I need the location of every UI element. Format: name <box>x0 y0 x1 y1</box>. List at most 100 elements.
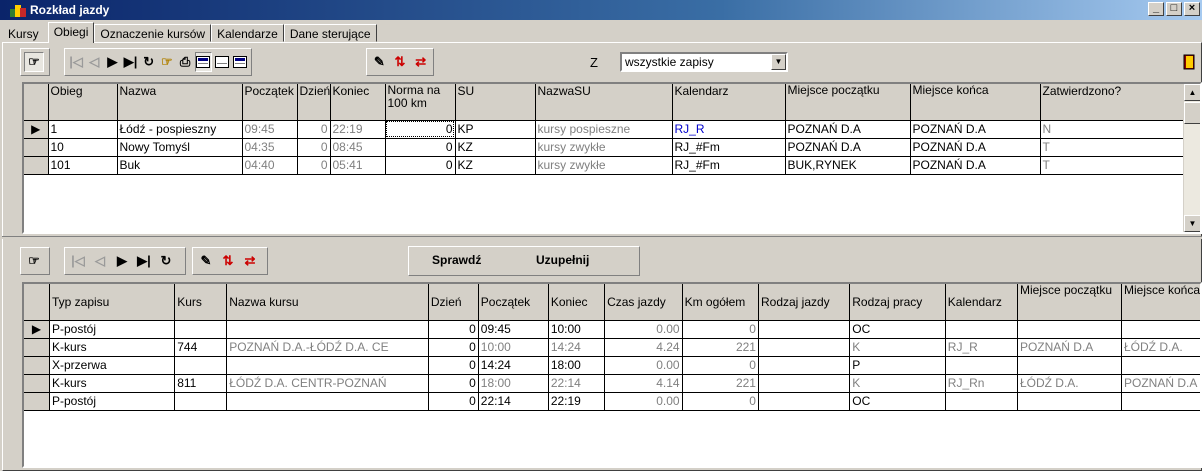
table-cell[interactable]: 744 <box>174 338 228 357</box>
table-cell[interactable] <box>1017 356 1122 375</box>
table-cell[interactable]: 1 <box>48 120 118 139</box>
table-cell[interactable]: RJ_R <box>945 338 1018 357</box>
table-cell[interactable]: 0.00 <box>604 392 683 411</box>
table-cell[interactable]: 0 <box>297 138 331 157</box>
chevron-down-icon[interactable]: ▼ <box>771 54 786 70</box>
table-cell[interactable] <box>1017 320 1122 339</box>
table-cell[interactable]: T <box>1040 156 1185 175</box>
table-cell[interactable] <box>174 392 228 411</box>
table-cell[interactable]: ŁÓDŹ D.A. <box>1121 338 1200 357</box>
close-button[interactable]: × <box>1184 2 1200 16</box>
table-cell[interactable] <box>758 374 851 393</box>
next-record-icon[interactable]: ▶ <box>104 52 120 72</box>
table-cell[interactable]: 0 <box>428 338 479 357</box>
table-row[interactable]: K-kurs 811 ŁÓDŹ D.A. CENTR-POZNAŃ 0 18:0… <box>24 374 1200 393</box>
column-header[interactable]: Kalendarz <box>945 284 1018 321</box>
table-cell[interactable]: 22:14 <box>548 374 606 393</box>
add-entries-icon[interactable]: ⇅ <box>218 251 238 271</box>
minimize-button[interactable]: _ <box>1148 2 1164 16</box>
table-cell[interactable]: ŁÓDŹ D.A. CENTR-POZNAŃ <box>226 374 429 393</box>
print-icon[interactable]: ⎙ <box>177 52 193 72</box>
table-cell[interactable]: X-przerwa <box>49 356 176 375</box>
table-cell[interactable] <box>758 392 851 411</box>
hand-pointer-icon[interactable]: ☞ <box>24 251 44 271</box>
table-cell[interactable]: P-postój <box>49 320 176 339</box>
table-cell[interactable]: P-postój <box>49 392 176 411</box>
table-cell[interactable]: 10 <box>48 138 118 157</box>
table-cell[interactable]: 0.00 <box>604 356 683 375</box>
table-cell[interactable] <box>945 392 1018 411</box>
table-cell[interactable]: 0 <box>385 120 456 139</box>
table-cell[interactable]: kursy pospieszne <box>535 120 673 139</box>
table-cell[interactable] <box>945 320 1018 339</box>
table-cell[interactable]: OC <box>849 392 946 411</box>
column-header[interactable]: Początek <box>242 84 298 121</box>
table-cell[interactable]: 0 <box>428 392 479 411</box>
refresh-icon[interactable]: ↻ <box>156 251 176 271</box>
row-indicator[interactable] <box>24 356 50 375</box>
scroll-down-icon[interactable]: ▼ <box>1184 215 1200 232</box>
table-row[interactable]: X-przerwa 0 14:24 18:00 0.00 0 P <box>24 356 1200 375</box>
table-cell[interactable]: POZNAŃ D.A <box>910 138 1041 157</box>
maximize-button[interactable]: □ <box>1166 2 1182 16</box>
table-cell[interactable]: KP <box>455 120 536 139</box>
column-header[interactable]: Początek <box>478 284 549 321</box>
prev-record-icon[interactable]: ◁ <box>90 251 110 271</box>
tab-oznaczenie-kursow[interactable]: Oznaczenie kursów <box>94 24 212 42</box>
table-cell[interactable]: 22:19 <box>548 392 606 411</box>
column-header[interactable]: Km ogółem <box>682 284 759 321</box>
scroll-up-icon[interactable]: ▲ <box>1184 84 1200 101</box>
table-cell[interactable] <box>174 356 228 375</box>
edit-record-icon[interactable]: ✎ <box>370 52 389 72</box>
table-cell[interactable]: 04:40 <box>242 156 298 175</box>
column-header[interactable]: Czas jazdy <box>604 284 683 321</box>
table-cell[interactable]: Buk <box>117 156 243 175</box>
column-header[interactable]: SU <box>455 84 536 121</box>
table-cell[interactable]: POZNAŃ D.A <box>1017 338 1122 357</box>
table-cell[interactable]: POZNAŃ D.A <box>1121 374 1200 393</box>
column-header[interactable]: Miejsce początku <box>1017 284 1122 321</box>
table-cell[interactable]: 14:24 <box>478 356 549 375</box>
table-cell[interactable]: 08:45 <box>330 138 386 157</box>
table-cell[interactable] <box>1121 356 1200 375</box>
table-cell[interactable]: 811 <box>174 374 228 393</box>
column-header[interactable]: Rodzaj jazdy <box>758 284 851 321</box>
table-row[interactable]: K-kurs 744 POZNAŃ D.A.-ŁÓDŹ D.A. CE 0 10… <box>24 338 1200 357</box>
table-cell[interactable] <box>758 356 851 375</box>
row-indicator[interactable] <box>24 338 50 357</box>
table-cell[interactable] <box>226 392 429 411</box>
table-cell[interactable]: POZNAŃ D.A <box>785 138 911 157</box>
table-cell[interactable]: T <box>1040 138 1185 157</box>
table-row[interactable]: ▶ 1 Łódź - pospieszny 09:45 0 22:19 0 KP… <box>24 120 1185 139</box>
table-cell[interactable]: 0 <box>428 320 479 339</box>
edit-record-icon[interactable]: ✎ <box>196 251 216 271</box>
table-cell[interactable]: K-kurs <box>49 374 176 393</box>
table-cell[interactable]: 22:14 <box>478 392 549 411</box>
column-header[interactable]: Rodzaj pracy <box>849 284 946 321</box>
table-cell[interactable] <box>758 320 851 339</box>
table-cell[interactable]: 0 <box>297 156 331 175</box>
vertical-scrollbar[interactable]: ▲ ▼ <box>1183 84 1200 232</box>
filter-select[interactable]: wszystkie zapisy ▼ <box>620 52 788 72</box>
table-cell[interactable]: K <box>849 338 946 357</box>
table-cell[interactable]: 22:19 <box>330 120 386 139</box>
table-cell[interactable]: Łódź - pospieszny <box>117 120 243 139</box>
table-cell[interactable]: 221 <box>682 338 759 357</box>
fill-button[interactable]: Uzupełnij <box>536 253 589 267</box>
table-cell[interactable]: POZNAŃ D.A <box>785 120 911 139</box>
table-cell[interactable]: 0 <box>428 374 479 393</box>
row-indicator[interactable] <box>24 138 49 157</box>
grid-view-icon[interactable] <box>195 52 212 72</box>
table-cell[interactable] <box>1121 392 1200 411</box>
row-indicator[interactable] <box>24 392 50 411</box>
table-cell[interactable]: ŁÓDŹ D.A. <box>1017 374 1122 393</box>
table-cell[interactable]: 0 <box>682 392 759 411</box>
table-cell[interactable] <box>1121 320 1200 339</box>
table-cell[interactable]: 0 <box>297 120 331 139</box>
table-cell[interactable] <box>174 320 228 339</box>
next-record-icon[interactable]: ▶ <box>112 251 132 271</box>
table-cell[interactable]: 10:00 <box>548 320 606 339</box>
table-row[interactable]: 101 Buk 04:40 0 05:41 0 KZ kursy zwykłe … <box>24 156 1185 175</box>
tab-obiegi[interactable]: Obiegi <box>47 22 95 43</box>
first-record-icon[interactable]: |◁ <box>68 52 84 72</box>
